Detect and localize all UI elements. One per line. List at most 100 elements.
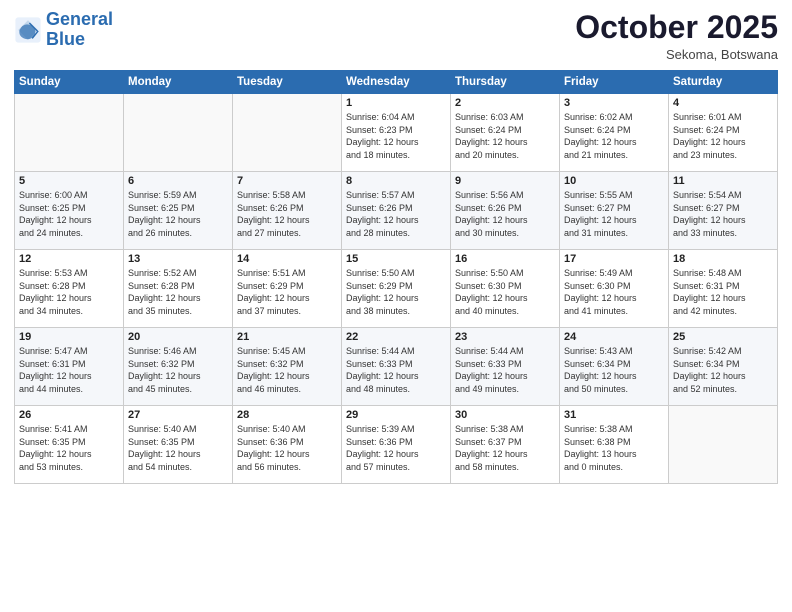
- day-info: Sunrise: 5:59 AM Sunset: 6:25 PM Dayligh…: [128, 189, 228, 239]
- weekday-header-monday: Monday: [124, 71, 233, 94]
- day-number: 19: [19, 331, 119, 343]
- day-number: 4: [673, 97, 773, 109]
- calendar-cell: 31 Sunrise: 5:38 AM Sunset: 6:38 PM Dayli…: [560, 406, 669, 484]
- day-number: 28: [237, 409, 337, 421]
- calendar-cell: 24 Sunrise: 5:43 AM Sunset: 6:34 PM Dayli…: [560, 328, 669, 406]
- calendar-cell: 23 Sunrise: 5:44 AM Sunset: 6:33 PM Dayli…: [451, 328, 560, 406]
- day-info: Sunrise: 5:52 AM Sunset: 6:28 PM Dayligh…: [128, 267, 228, 317]
- weekday-header-sunday: Sunday: [15, 71, 124, 94]
- day-number: 30: [455, 409, 555, 421]
- calendar-cell: 28 Sunrise: 5:40 AM Sunset: 6:36 PM Dayli…: [233, 406, 342, 484]
- day-number: 3: [564, 97, 664, 109]
- calendar-cell: 15Sunrise: 5:50 AM Sunset: 6:29 PM Dayli…: [342, 250, 451, 328]
- day-number: 11: [673, 175, 773, 187]
- day-number: 25: [673, 331, 773, 343]
- day-number: 7: [237, 175, 337, 187]
- day-info: Sunrise: 6:02 AM Sunset: 6:24 PM Dayligh…: [564, 111, 664, 161]
- day-number: 18: [673, 253, 773, 265]
- day-number: 9: [455, 175, 555, 187]
- calendar-cell: 4 Sunrise: 6:01 AM Sunset: 6:24 PM Daylig…: [669, 94, 778, 172]
- day-info: Sunrise: 5:38 AM Sunset: 6:37 PM Dayligh…: [455, 423, 555, 473]
- calendar-cell: 13 Sunrise: 5:52 AM Sunset: 6:28 PM Dayli…: [124, 250, 233, 328]
- day-number: 22: [346, 331, 446, 343]
- day-info: Sunrise: 5:53 AM Sunset: 6:28 PM Dayligh…: [19, 267, 119, 317]
- day-number: 17: [564, 253, 664, 265]
- header: General Blue October 2025 Sekoma, Botswa…: [14, 10, 778, 62]
- calendar-cell: 14Sunrise: 5:51 AM Sunset: 6:29 PM Dayli…: [233, 250, 342, 328]
- weekday-header-wednesday: Wednesday: [342, 71, 451, 94]
- day-info: Sunrise: 5:43 AM Sunset: 6:34 PM Dayligh…: [564, 345, 664, 395]
- calendar-cell: 6 Sunrise: 5:59 AM Sunset: 6:25 PM Daylig…: [124, 172, 233, 250]
- day-info: Sunrise: 5:46 AM Sunset: 6:32 PM Dayligh…: [128, 345, 228, 395]
- day-number: 1: [346, 97, 446, 109]
- day-info: Sunrise: 5:40 AM Sunset: 6:35 PM Dayligh…: [128, 423, 228, 473]
- day-info: Sunrise: 6:04 AM Sunset: 6:23 PM Dayligh…: [346, 111, 446, 161]
- day-info: Sunrise: 5:51 AM Sunset: 6:29 PM Dayligh…: [237, 267, 337, 317]
- calendar-cell: 30 Sunrise: 5:38 AM Sunset: 6:37 PM Dayli…: [451, 406, 560, 484]
- calendar-week-5: 26Sunrise: 5:41 AM Sunset: 6:35 PM Dayli…: [15, 406, 778, 484]
- weekday-header-friday: Friday: [560, 71, 669, 94]
- day-info: Sunrise: 5:47 AM Sunset: 6:31 PM Dayligh…: [19, 345, 119, 395]
- day-number: 21: [237, 331, 337, 343]
- day-info: Sunrise: 5:49 AM Sunset: 6:30 PM Dayligh…: [564, 267, 664, 317]
- day-number: 5: [19, 175, 119, 187]
- calendar-cell: [669, 406, 778, 484]
- calendar-cell: 9 Sunrise: 5:56 AM Sunset: 6:26 PM Daylig…: [451, 172, 560, 250]
- logo-text: General Blue: [46, 10, 113, 50]
- day-info: Sunrise: 5:40 AM Sunset: 6:36 PM Dayligh…: [237, 423, 337, 473]
- calendar-cell: [15, 94, 124, 172]
- day-number: 26: [19, 409, 119, 421]
- calendar-cell: 18 Sunrise: 5:48 AM Sunset: 6:31 PM Dayli…: [669, 250, 778, 328]
- day-info: Sunrise: 5:55 AM Sunset: 6:27 PM Dayligh…: [564, 189, 664, 239]
- weekday-header-tuesday: Tuesday: [233, 71, 342, 94]
- day-info: Sunrise: 5:44 AM Sunset: 6:33 PM Dayligh…: [455, 345, 555, 395]
- calendar-cell: 7 Sunrise: 5:58 AM Sunset: 6:26 PM Daylig…: [233, 172, 342, 250]
- calendar-cell: 25 Sunrise: 5:42 AM Sunset: 6:34 PM Dayli…: [669, 328, 778, 406]
- day-number: 31: [564, 409, 664, 421]
- day-number: 2: [455, 97, 555, 109]
- day-number: 29: [346, 409, 446, 421]
- calendar-week-3: 12Sunrise: 5:53 AM Sunset: 6:28 PM Dayli…: [15, 250, 778, 328]
- calendar-cell: 16Sunrise: 5:50 AM Sunset: 6:30 PM Dayli…: [451, 250, 560, 328]
- day-info: Sunrise: 5:42 AM Sunset: 6:34 PM Dayligh…: [673, 345, 773, 395]
- day-number: 16: [455, 253, 555, 265]
- calendar-week-1: 1 Sunrise: 6:04 AM Sunset: 6:23 PM Daylig…: [15, 94, 778, 172]
- day-info: Sunrise: 5:54 AM Sunset: 6:27 PM Dayligh…: [673, 189, 773, 239]
- day-number: 23: [455, 331, 555, 343]
- day-info: Sunrise: 5:48 AM Sunset: 6:31 PM Dayligh…: [673, 267, 773, 317]
- day-info: Sunrise: 6:01 AM Sunset: 6:24 PM Dayligh…: [673, 111, 773, 161]
- day-info: Sunrise: 5:39 AM Sunset: 6:36 PM Dayligh…: [346, 423, 446, 473]
- calendar-cell: [233, 94, 342, 172]
- day-info: Sunrise: 5:38 AM Sunset: 6:38 PM Dayligh…: [564, 423, 664, 473]
- calendar-cell: 3 Sunrise: 6:02 AM Sunset: 6:24 PM Daylig…: [560, 94, 669, 172]
- logo-icon: [14, 16, 42, 44]
- calendar-cell: 27 Sunrise: 5:40 AM Sunset: 6:35 PM Dayli…: [124, 406, 233, 484]
- day-info: Sunrise: 5:45 AM Sunset: 6:32 PM Dayligh…: [237, 345, 337, 395]
- calendar-cell: 29 Sunrise: 5:39 AM Sunset: 6:36 PM Dayli…: [342, 406, 451, 484]
- day-info: Sunrise: 6:03 AM Sunset: 6:24 PM Dayligh…: [455, 111, 555, 161]
- day-info: Sunrise: 6:00 AM Sunset: 6:25 PM Dayligh…: [19, 189, 119, 239]
- day-number: 13: [128, 253, 228, 265]
- calendar-cell: 10Sunrise: 5:55 AM Sunset: 6:27 PM Dayli…: [560, 172, 669, 250]
- day-number: 24: [564, 331, 664, 343]
- calendar-cell: 26Sunrise: 5:41 AM Sunset: 6:35 PM Dayli…: [15, 406, 124, 484]
- day-number: 27: [128, 409, 228, 421]
- calendar-cell: 20Sunrise: 5:46 AM Sunset: 6:32 PM Dayli…: [124, 328, 233, 406]
- location: Sekoma, Botswana: [575, 47, 778, 62]
- day-info: Sunrise: 5:57 AM Sunset: 6:26 PM Dayligh…: [346, 189, 446, 239]
- calendar-cell: [124, 94, 233, 172]
- calendar-cell: 11 Sunrise: 5:54 AM Sunset: 6:27 PM Dayli…: [669, 172, 778, 250]
- weekday-header-thursday: Thursday: [451, 71, 560, 94]
- calendar-cell: 19 Sunrise: 5:47 AM Sunset: 6:31 PM Dayli…: [15, 328, 124, 406]
- calendar-cell: 2 Sunrise: 6:03 AM Sunset: 6:24 PM Daylig…: [451, 94, 560, 172]
- calendar-cell: 5 Sunrise: 6:00 AM Sunset: 6:25 PM Daylig…: [15, 172, 124, 250]
- day-info: Sunrise: 5:56 AM Sunset: 6:26 PM Dayligh…: [455, 189, 555, 239]
- calendar-cell: 17 Sunrise: 5:49 AM Sunset: 6:30 PM Dayli…: [560, 250, 669, 328]
- logo: General Blue: [14, 10, 113, 50]
- month-title: October 2025: [575, 10, 778, 45]
- calendar-cell: 8 Sunrise: 5:57 AM Sunset: 6:26 PM Daylig…: [342, 172, 451, 250]
- day-info: Sunrise: 5:58 AM Sunset: 6:26 PM Dayligh…: [237, 189, 337, 239]
- day-number: 6: [128, 175, 228, 187]
- day-number: 8: [346, 175, 446, 187]
- weekday-header-saturday: Saturday: [669, 71, 778, 94]
